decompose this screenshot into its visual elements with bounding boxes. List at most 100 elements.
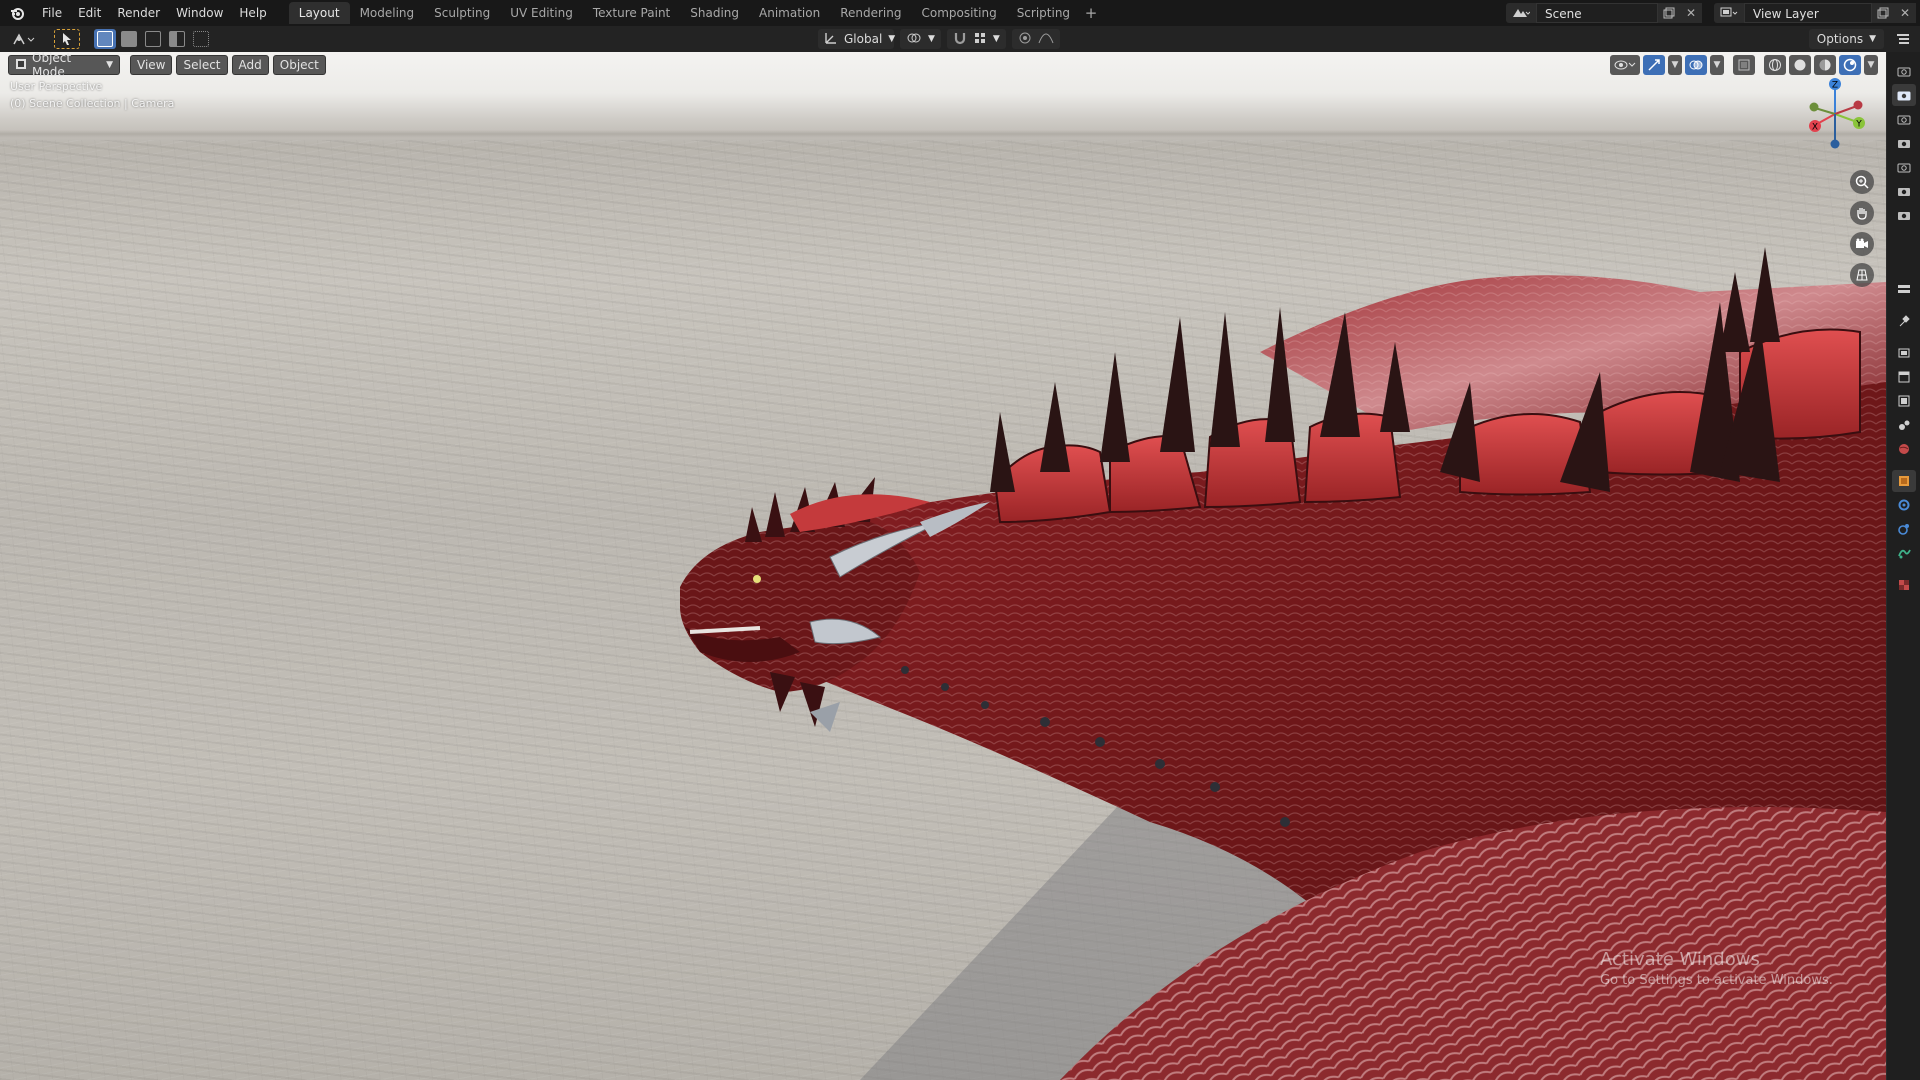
gizmo-neg-z-axis[interactable] <box>1830 139 1840 149</box>
workspace-tabs: Layout Modeling Sculpting UV Editing Tex… <box>288 0 1102 26</box>
menu-file[interactable]: File <box>34 3 70 23</box>
mode-label: Object Mode <box>32 52 72 79</box>
gizmo-neg-x-axis[interactable] <box>1853 100 1863 110</box>
chevron-down-icon[interactable]: ▼ <box>1710 55 1724 75</box>
delete-view-layer-icon[interactable]: ✕ <box>1894 3 1916 23</box>
properties-editor-icon[interactable] <box>1892 278 1916 300</box>
dragon-model[interactable] <box>0 52 1886 1080</box>
physics-icon[interactable] <box>1892 518 1916 540</box>
view-layer-name-field[interactable]: View Layer <box>1744 3 1872 23</box>
select-menu[interactable]: Select <box>176 55 228 75</box>
3d-viewport[interactable]: Object Mode ▼ View Select Add Object Use… <box>0 52 1886 1080</box>
scene-view-layer-area: Scene ✕ View Layer ✕ <box>1506 0 1920 26</box>
camera-icon[interactable] <box>1892 132 1916 154</box>
gizmo-neg-y-axis[interactable] <box>1809 102 1819 112</box>
gizmo-z-label: Z <box>1832 81 1838 91</box>
chevron-down-icon[interactable]: ▼ <box>1668 55 1682 75</box>
select-tool-icon[interactable] <box>54 29 80 49</box>
scene-icon[interactable] <box>1892 414 1916 436</box>
transform-tools: Global ▼ ▼ ▼ <box>818 29 1060 49</box>
tab-sculpting[interactable]: Sculpting <box>424 2 500 24</box>
mode-dropdown[interactable]: Object Mode ▼ <box>8 52 120 79</box>
activate-windows-watermark: Activate Windows Go to Settings to activ… <box>1600 949 1833 988</box>
camera-icon[interactable] <box>1892 180 1916 202</box>
camera-icon[interactable] <box>1892 156 1916 178</box>
view-layer-icon[interactable] <box>1714 3 1744 23</box>
output-icon[interactable] <box>1892 366 1916 388</box>
viewport-info-overlay: User Perspective (0) Scene Collection | … <box>10 78 174 112</box>
navigation-gizmo[interactable]: Z Y X <box>1795 72 1875 152</box>
add-workspace-icon[interactable]: + <box>1080 4 1102 22</box>
view-menu[interactable]: View <box>130 55 173 75</box>
scene-selector: Scene ✕ <box>1506 3 1702 23</box>
gizmo-y-label: Y <box>1855 120 1862 130</box>
tool-icon[interactable] <box>1892 310 1916 332</box>
orientation-icon <box>824 31 838 48</box>
properties-tab-strip <box>1886 52 1920 1080</box>
add-menu[interactable]: Add <box>231 55 269 75</box>
tab-shading[interactable]: Shading <box>680 2 749 24</box>
delete-scene-icon[interactable]: ✕ <box>1680 3 1702 23</box>
menu-help[interactable]: Help <box>231 3 274 23</box>
scene-name-field[interactable]: Scene <box>1536 3 1658 23</box>
properties-tabs <box>1887 278 1920 596</box>
menu-render[interactable]: Render <box>109 3 168 23</box>
pivot-point-dropdown[interactable]: ▼ <box>900 29 941 49</box>
proportional-editing-dropdown[interactable] <box>1011 29 1060 49</box>
render-icon[interactable] <box>1892 342 1916 364</box>
zoom-icon[interactable] <box>1850 170 1874 194</box>
object-icon[interactable] <box>1891 470 1916 492</box>
camera-icon[interactable] <box>1892 60 1916 82</box>
visibility-dropdown[interactable] <box>1610 55 1640 75</box>
menu-window[interactable]: Window <box>168 3 231 23</box>
transform-orientation-dropdown[interactable]: Global ▼ <box>818 29 895 49</box>
new-view-layer-icon[interactable] <box>1872 3 1894 23</box>
select-subtract-icon[interactable] <box>142 29 164 49</box>
texture-icon[interactable] <box>1892 574 1916 596</box>
select-new-icon[interactable] <box>94 29 116 49</box>
wireframe-shading-icon[interactable] <box>1764 55 1786 75</box>
tab-compositing[interactable]: Compositing <box>911 2 1006 24</box>
orientation-label: Global <box>844 32 883 46</box>
chevron-down-icon: ▼ <box>1869 34 1876 44</box>
world-icon[interactable] <box>1892 438 1916 460</box>
gizmo-x-label: X <box>1812 123 1818 133</box>
blender-logo-icon[interactable] <box>0 0 34 26</box>
modifier-icon[interactable] <box>1892 494 1916 516</box>
gizmo-toggle-icon[interactable] <box>1643 55 1665 75</box>
snap-grid-icon <box>973 31 987 48</box>
tab-modeling[interactable]: Modeling <box>350 2 425 24</box>
camera-icon[interactable] <box>1892 108 1916 130</box>
constraint-icon[interactable] <box>1892 542 1916 564</box>
tab-texture-paint[interactable]: Texture Paint <box>583 2 680 24</box>
tab-layout[interactable]: Layout <box>288 2 350 24</box>
xray-toggle-icon[interactable] <box>1733 55 1755 75</box>
select-invert-icon[interactable] <box>166 29 188 49</box>
selection-mode-group <box>94 29 212 49</box>
options-label: Options <box>1816 32 1864 46</box>
select-intersect-icon[interactable] <box>190 29 212 49</box>
pan-hand-icon[interactable] <box>1850 201 1874 225</box>
camera-icon[interactable] <box>1892 204 1916 226</box>
tab-animation[interactable]: Animation <box>749 2 830 24</box>
select-extend-icon[interactable] <box>118 29 140 49</box>
falloff-curve-icon <box>1038 31 1054 48</box>
camera-view-icon[interactable] <box>1850 232 1874 256</box>
object-menu[interactable]: Object <box>272 55 326 75</box>
perspective-label: User Perspective <box>10 80 103 93</box>
tab-uv-editing[interactable]: UV Editing <box>500 2 583 24</box>
editor-type-icon[interactable] <box>8 29 40 49</box>
tab-rendering[interactable]: Rendering <box>830 2 911 24</box>
overlays-toggle-icon[interactable] <box>1685 55 1707 75</box>
camera-icon[interactable] <box>1891 84 1916 106</box>
options-dropdown[interactable]: Options ▼ <box>1808 29 1884 49</box>
menu-edit[interactable]: Edit <box>70 3 109 23</box>
scene-icon[interactable] <box>1506 3 1536 23</box>
outliner-toggle-icon[interactable] <box>1886 26 1920 52</box>
snapping-dropdown[interactable]: ▼ <box>946 29 1006 49</box>
tab-scripting[interactable]: Scripting <box>1007 2 1080 24</box>
new-scene-icon[interactable] <box>1658 3 1680 23</box>
perspective-toggle-icon[interactable] <box>1850 263 1874 287</box>
view-layer-icon[interactable] <box>1892 390 1916 412</box>
top-menu-bar: File Edit Render Window Help Layout Mode… <box>0 0 1920 26</box>
